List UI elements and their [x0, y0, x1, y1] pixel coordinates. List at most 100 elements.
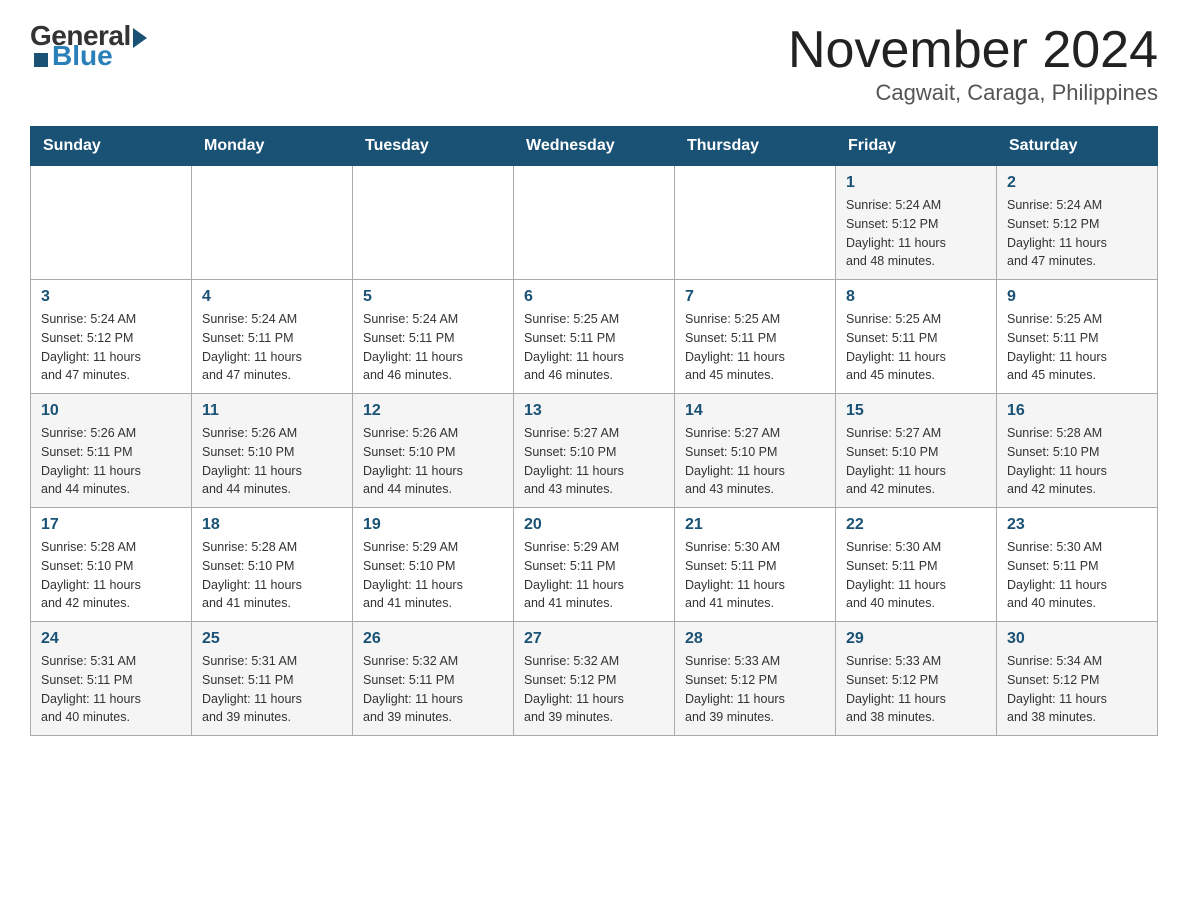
calendar-cell: 30 Sunrise: 5:34 AM Sunset: 5:12 PM Dayli…: [997, 622, 1158, 736]
day-number: 26: [363, 630, 503, 648]
calendar-week-row: 1 Sunrise: 5:24 AM Sunset: 5:12 PM Daylig…: [31, 166, 1158, 280]
calendar-header-wednesday: Wednesday: [514, 127, 675, 166]
day-number: 14: [685, 402, 825, 420]
day-number: 2: [1007, 174, 1147, 192]
logo-arrow-icon: [133, 28, 147, 48]
calendar-cell: 26 Sunrise: 5:32 AM Sunset: 5:11 PM Dayli…: [353, 622, 514, 736]
calendar-cell: [675, 166, 836, 280]
calendar-cell: 11 Sunrise: 5:26 AM Sunset: 5:10 PM Dayli…: [192, 394, 353, 508]
calendar-cell: 14 Sunrise: 5:27 AM Sunset: 5:10 PM Dayli…: [675, 394, 836, 508]
calendar-cell: [192, 166, 353, 280]
day-info: Sunrise: 5:25 AM Sunset: 5:11 PM Dayligh…: [524, 310, 664, 385]
location-title: Cagwait, Caraga, Philippines: [788, 80, 1158, 106]
day-info: Sunrise: 5:28 AM Sunset: 5:10 PM Dayligh…: [202, 538, 342, 613]
calendar-header-monday: Monday: [192, 127, 353, 166]
calendar-header-row: SundayMondayTuesdayWednesdayThursdayFrid…: [31, 127, 1158, 166]
day-number: 16: [1007, 402, 1147, 420]
day-info: Sunrise: 5:29 AM Sunset: 5:10 PM Dayligh…: [363, 538, 503, 613]
day-number: 4: [202, 288, 342, 306]
day-number: 15: [846, 402, 986, 420]
day-number: 10: [41, 402, 181, 420]
day-number: 18: [202, 516, 342, 534]
day-number: 17: [41, 516, 181, 534]
day-info: Sunrise: 5:25 AM Sunset: 5:11 PM Dayligh…: [685, 310, 825, 385]
calendar-week-row: 10 Sunrise: 5:26 AM Sunset: 5:11 PM Dayli…: [31, 394, 1158, 508]
day-info: Sunrise: 5:24 AM Sunset: 5:12 PM Dayligh…: [1007, 196, 1147, 271]
day-number: 8: [846, 288, 986, 306]
day-info: Sunrise: 5:25 AM Sunset: 5:11 PM Dayligh…: [1007, 310, 1147, 385]
calendar-table: SundayMondayTuesdayWednesdayThursdayFrid…: [30, 126, 1158, 736]
calendar-header-sunday: Sunday: [31, 127, 192, 166]
day-info: Sunrise: 5:30 AM Sunset: 5:11 PM Dayligh…: [1007, 538, 1147, 613]
page-header: General Blue November 2024 Cagwait, Cara…: [30, 20, 1158, 106]
day-info: Sunrise: 5:24 AM Sunset: 5:11 PM Dayligh…: [363, 310, 503, 385]
day-info: Sunrise: 5:25 AM Sunset: 5:11 PM Dayligh…: [846, 310, 986, 385]
calendar-cell: 7 Sunrise: 5:25 AM Sunset: 5:11 PM Daylig…: [675, 280, 836, 394]
calendar-week-row: 17 Sunrise: 5:28 AM Sunset: 5:10 PM Dayli…: [31, 508, 1158, 622]
day-number: 7: [685, 288, 825, 306]
calendar-cell: 23 Sunrise: 5:30 AM Sunset: 5:11 PM Dayli…: [997, 508, 1158, 622]
day-number: 5: [363, 288, 503, 306]
calendar-cell: 18 Sunrise: 5:28 AM Sunset: 5:10 PM Dayli…: [192, 508, 353, 622]
day-number: 6: [524, 288, 664, 306]
day-info: Sunrise: 5:24 AM Sunset: 5:12 PM Dayligh…: [846, 196, 986, 271]
day-number: 12: [363, 402, 503, 420]
month-title: November 2024: [788, 20, 1158, 80]
calendar-cell: 28 Sunrise: 5:33 AM Sunset: 5:12 PM Dayli…: [675, 622, 836, 736]
day-info: Sunrise: 5:33 AM Sunset: 5:12 PM Dayligh…: [685, 652, 825, 727]
calendar-cell: 22Sunrise: 5:30 AM Sunset: 5:11 PM Dayli…: [836, 508, 997, 622]
day-info: Sunrise: 5:28 AM Sunset: 5:10 PM Dayligh…: [41, 538, 181, 613]
day-info: Sunrise: 5:26 AM Sunset: 5:11 PM Dayligh…: [41, 424, 181, 499]
calendar-header-tuesday: Tuesday: [353, 127, 514, 166]
day-info: Sunrise: 5:32 AM Sunset: 5:12 PM Dayligh…: [524, 652, 664, 727]
day-info: Sunrise: 5:27 AM Sunset: 5:10 PM Dayligh…: [685, 424, 825, 499]
calendar-cell: 4Sunrise: 5:24 AM Sunset: 5:11 PM Daylig…: [192, 280, 353, 394]
day-number: 23: [1007, 516, 1147, 534]
calendar-cell: 3Sunrise: 5:24 AM Sunset: 5:12 PM Daylig…: [31, 280, 192, 394]
calendar-cell: 19 Sunrise: 5:29 AM Sunset: 5:10 PM Dayli…: [353, 508, 514, 622]
calendar-cell: 6 Sunrise: 5:25 AM Sunset: 5:11 PM Daylig…: [514, 280, 675, 394]
calendar-cell: 1 Sunrise: 5:24 AM Sunset: 5:12 PM Daylig…: [836, 166, 997, 280]
calendar-week-row: 24Sunrise: 5:31 AM Sunset: 5:11 PM Dayli…: [31, 622, 1158, 736]
calendar-cell: 21Sunrise: 5:30 AM Sunset: 5:11 PM Dayli…: [675, 508, 836, 622]
calendar-week-row: 3Sunrise: 5:24 AM Sunset: 5:12 PM Daylig…: [31, 280, 1158, 394]
logo: General Blue: [30, 20, 147, 72]
day-number: 30: [1007, 630, 1147, 648]
calendar-cell: [353, 166, 514, 280]
calendar-cell: 10 Sunrise: 5:26 AM Sunset: 5:11 PM Dayli…: [31, 394, 192, 508]
calendar-cell: 13Sunrise: 5:27 AM Sunset: 5:10 PM Dayli…: [514, 394, 675, 508]
day-number: 1: [846, 174, 986, 192]
calendar-cell: 25Sunrise: 5:31 AM Sunset: 5:11 PM Dayli…: [192, 622, 353, 736]
day-number: 11: [202, 402, 342, 420]
calendar-cell: 29 Sunrise: 5:33 AM Sunset: 5:12 PM Dayli…: [836, 622, 997, 736]
day-info: Sunrise: 5:32 AM Sunset: 5:11 PM Dayligh…: [363, 652, 503, 727]
title-block: November 2024 Cagwait, Caraga, Philippin…: [788, 20, 1158, 106]
day-number: 20: [524, 516, 664, 534]
calendar-cell: [514, 166, 675, 280]
day-number: 28: [685, 630, 825, 648]
calendar-header-saturday: Saturday: [997, 127, 1158, 166]
calendar-cell: 9Sunrise: 5:25 AM Sunset: 5:11 PM Daylig…: [997, 280, 1158, 394]
day-number: 3: [41, 288, 181, 306]
calendar-cell: 17 Sunrise: 5:28 AM Sunset: 5:10 PM Dayli…: [31, 508, 192, 622]
calendar-cell: 5 Sunrise: 5:24 AM Sunset: 5:11 PM Daylig…: [353, 280, 514, 394]
day-info: Sunrise: 5:31 AM Sunset: 5:11 PM Dayligh…: [41, 652, 181, 727]
calendar-cell: [31, 166, 192, 280]
calendar-header-thursday: Thursday: [675, 127, 836, 166]
calendar-cell: 20Sunrise: 5:29 AM Sunset: 5:11 PM Dayli…: [514, 508, 675, 622]
day-info: Sunrise: 5:26 AM Sunset: 5:10 PM Dayligh…: [202, 424, 342, 499]
day-number: 29: [846, 630, 986, 648]
day-info: Sunrise: 5:31 AM Sunset: 5:11 PM Dayligh…: [202, 652, 342, 727]
day-info: Sunrise: 5:28 AM Sunset: 5:10 PM Dayligh…: [1007, 424, 1147, 499]
day-info: Sunrise: 5:27 AM Sunset: 5:10 PM Dayligh…: [846, 424, 986, 499]
calendar-cell: 16 Sunrise: 5:28 AM Sunset: 5:10 PM Dayli…: [997, 394, 1158, 508]
day-info: Sunrise: 5:33 AM Sunset: 5:12 PM Dayligh…: [846, 652, 986, 727]
day-number: 19: [363, 516, 503, 534]
logo-blue-text: Blue: [52, 40, 113, 72]
day-info: Sunrise: 5:27 AM Sunset: 5:10 PM Dayligh…: [524, 424, 664, 499]
calendar-cell: 15 Sunrise: 5:27 AM Sunset: 5:10 PM Dayli…: [836, 394, 997, 508]
calendar-header-friday: Friday: [836, 127, 997, 166]
day-info: Sunrise: 5:26 AM Sunset: 5:10 PM Dayligh…: [363, 424, 503, 499]
day-info: Sunrise: 5:34 AM Sunset: 5:12 PM Dayligh…: [1007, 652, 1147, 727]
calendar-cell: 27Sunrise: 5:32 AM Sunset: 5:12 PM Dayli…: [514, 622, 675, 736]
